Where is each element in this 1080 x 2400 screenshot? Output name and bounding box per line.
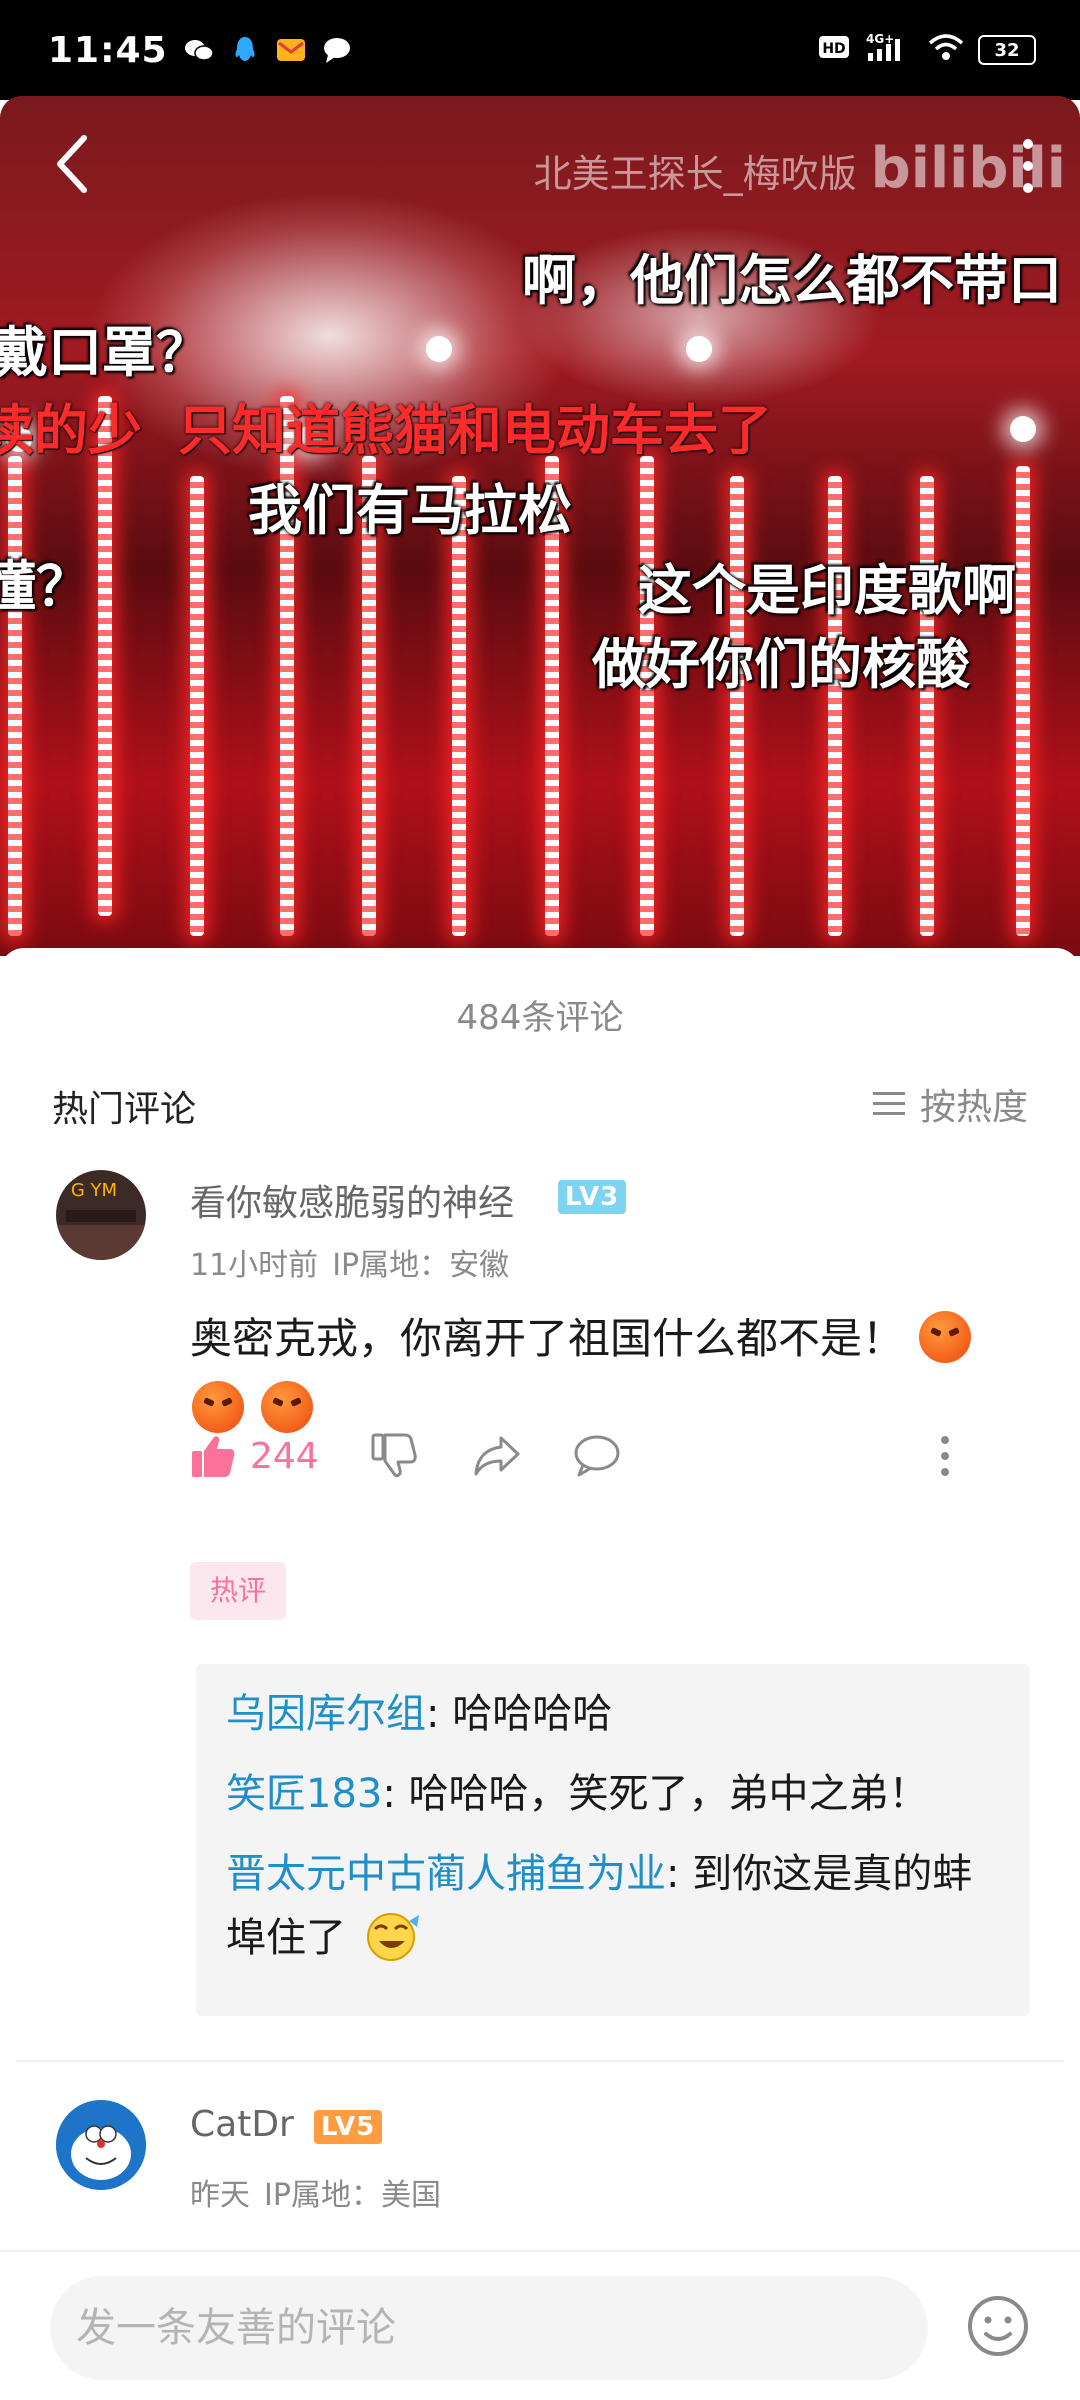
chevron-left-icon bbox=[57, 135, 87, 193]
reply-item[interactable]: 乌因库尔组: 哈哈哈哈 bbox=[226, 1682, 1000, 1746]
danmaku-comment: 我们有马拉松 bbox=[248, 479, 572, 542]
comment-bubble-icon bbox=[574, 1435, 620, 1477]
level-badge: LV5 bbox=[314, 2110, 383, 2144]
stage-light-bar bbox=[828, 476, 842, 936]
status-bar: 11:45 HD 4G+ 32 bbox=[0, 0, 1080, 100]
section-title: 热门评论 bbox=[52, 1089, 197, 1130]
stage-light-bar bbox=[730, 476, 744, 936]
comment-input[interactable] bbox=[50, 2276, 928, 2380]
signal-icon: 4G+ bbox=[864, 31, 914, 69]
comment-count: 484条评论 bbox=[456, 998, 624, 1038]
uploader-watermark: 北美王探长_梅吹版 bbox=[533, 152, 857, 196]
spotlight bbox=[426, 336, 452, 362]
like-count: 244 bbox=[250, 1435, 319, 1477]
stage-light-bar bbox=[452, 476, 466, 936]
reply-username[interactable]: 笑匠183 bbox=[226, 1771, 382, 1817]
reply-username[interactable]: 晋太元中古蔺人捕鱼为业 bbox=[226, 1851, 666, 1897]
share-icon bbox=[474, 1436, 520, 1476]
svg-text:4G+: 4G+ bbox=[866, 32, 894, 46]
comment-meta: 11小时前 IP属地：安徽 bbox=[190, 1240, 509, 1284]
comment-meta: 昨天 IP属地：美国 bbox=[190, 2170, 441, 2214]
avatar[interactable]: G YM bbox=[56, 1170, 146, 1260]
status-time: 11:45 bbox=[48, 29, 168, 71]
reply-button[interactable] bbox=[573, 1434, 621, 1478]
comment-time: 11小时前 bbox=[190, 1248, 319, 1283]
thumbs-down-icon bbox=[371, 1433, 417, 1478]
avatar[interactable] bbox=[56, 2100, 146, 2190]
share-button[interactable] bbox=[473, 1435, 521, 1477]
svg-text:G YM: G YM bbox=[71, 1180, 117, 1201]
danmaku-comment: 啊，他们怎么都不带口 bbox=[522, 249, 1062, 312]
sort-icon bbox=[872, 1092, 905, 1115]
reply-item[interactable]: 笑匠183: 哈哈哈，笑死了，弟中之弟！ bbox=[226, 1762, 1000, 1826]
dislike-button[interactable] bbox=[371, 1433, 417, 1479]
mail-icon bbox=[276, 35, 306, 65]
danmaku-comment: 只知道熊猫和电动车去了 bbox=[178, 399, 772, 462]
level-badge: LV3 bbox=[558, 1180, 627, 1214]
sort-button[interactable]: 按热度 bbox=[872, 1078, 1028, 1130]
svg-text:HD: HD bbox=[822, 41, 845, 57]
comment-username[interactable]: CatDr bbox=[190, 2104, 294, 2145]
battery-icon: 32 bbox=[978, 35, 1036, 65]
wifi-icon bbox=[928, 33, 964, 67]
comment-username[interactable]: 看你敏感脆弱的神经 bbox=[190, 1174, 514, 1226]
hd-icon: HD bbox=[818, 34, 850, 66]
comment-more-button[interactable] bbox=[939, 1434, 951, 1478]
video-watermark: 北美王探长_梅吹版 bilibili bbox=[534, 136, 1066, 201]
comment-actions: 244 bbox=[190, 1426, 951, 1486]
smiley-icon bbox=[968, 2296, 1028, 2356]
hot-comment-tag: 热评 bbox=[190, 1562, 286, 1620]
emoji-button[interactable] bbox=[966, 2294, 1030, 2358]
like-button[interactable]: 244 bbox=[190, 1433, 319, 1479]
replies-preview[interactable]: 乌因库尔组: 哈哈哈哈 笑匠183: 哈哈哈，笑死了，弟中之弟！ 晋太元中古蔺人… bbox=[196, 1664, 1030, 2016]
angry-emoji-icon bbox=[919, 1311, 972, 1363]
back-button[interactable] bbox=[50, 132, 94, 196]
reply-item[interactable]: 晋太元中古蔺人捕鱼为业: 到你这是真的蚌埠住了 bbox=[226, 1842, 1000, 1970]
danmaku-comment: 做好你们的核酸 bbox=[592, 633, 970, 696]
stage-light-bar bbox=[190, 476, 204, 936]
stage-light-bar bbox=[1016, 466, 1030, 936]
comment-panel: 484条评论 热门评论 按热度 G YM 看你敏感脆弱的神经 LV3 11小时前… bbox=[0, 948, 1080, 2400]
comment-text: 奥密克戎，你离开了祖国什么都不是！ bbox=[190, 1304, 1040, 1444]
stage-light-bar bbox=[98, 396, 112, 916]
danmaku-comment: 这个是印度歌啊 bbox=[638, 559, 1016, 622]
thumbs-up-icon bbox=[192, 1436, 235, 1477]
danmaku-comment: 读的少 bbox=[0, 399, 142, 462]
qq-icon bbox=[230, 35, 260, 65]
spotlight bbox=[686, 336, 712, 362]
spotlight bbox=[1010, 416, 1036, 442]
danmaku-comment: 懂？ bbox=[0, 555, 90, 618]
more-vertical-icon bbox=[940, 1436, 949, 1476]
danmaku-comment: 戴口罩？ bbox=[0, 321, 210, 384]
stage-light-bar bbox=[8, 456, 22, 936]
comment-input-bar bbox=[0, 2250, 1080, 2400]
message-icon bbox=[322, 35, 352, 65]
comment-body: 奥密克戎，你离开了祖国什么都不是！ bbox=[190, 1314, 905, 1363]
sort-label: 按热度 bbox=[919, 1087, 1028, 1128]
video-player[interactable]: 北美王探长_梅吹版 bilibili 啊，他们怎么都不带口 戴口罩？ 读的少 只知… bbox=[0, 96, 1080, 956]
laughing-emoji-icon bbox=[366, 1913, 419, 1961]
more-options-button[interactable] bbox=[1018, 134, 1038, 198]
more-vertical-icon bbox=[1023, 139, 1033, 193]
stage-light-bar bbox=[920, 476, 934, 936]
wechat-icon bbox=[184, 35, 214, 65]
comment-time: 昨天 bbox=[190, 2178, 250, 2213]
reply-text: : 哈哈哈，笑死了，弟中之弟！ bbox=[382, 1771, 929, 1817]
reply-username[interactable]: 乌因库尔组 bbox=[226, 1691, 426, 1737]
comment-ip: IP属地：安徽 bbox=[332, 1248, 510, 1283]
comment-ip: IP属地：美国 bbox=[264, 2178, 441, 2213]
reply-text: : 哈哈哈哈 bbox=[426, 1691, 613, 1737]
comment-divider bbox=[16, 2060, 1064, 2062]
